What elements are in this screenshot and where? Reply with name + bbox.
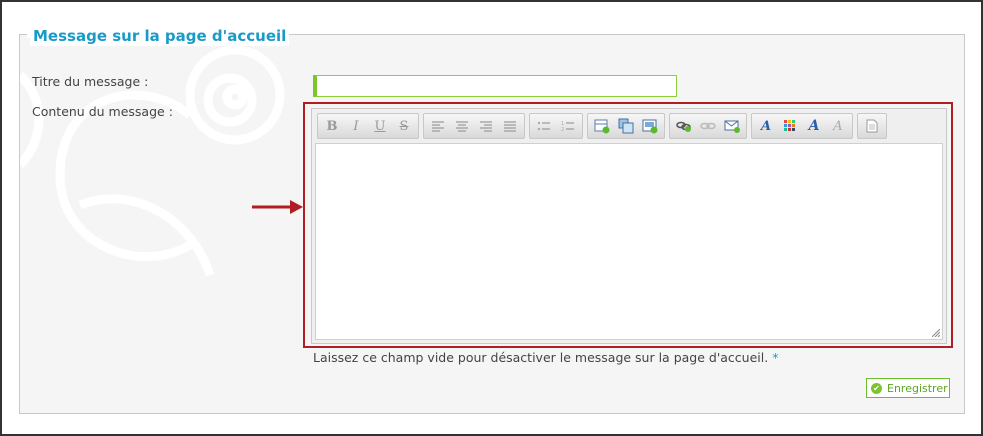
- toolbar-group-lists: 12: [529, 113, 583, 139]
- hint-message: Laissez ce champ vide pour désactiver le…: [313, 350, 769, 365]
- pointer-arrow-icon: [252, 200, 303, 214]
- title-input[interactable]: [313, 75, 677, 97]
- bold-icon[interactable]: B: [320, 115, 344, 137]
- editor-content-area[interactable]: [315, 143, 943, 340]
- toolbar-group-format: A A A: [751, 113, 853, 139]
- check-icon: ✔: [871, 382, 882, 394]
- save-button[interactable]: ✔ Enregistrer: [866, 378, 950, 398]
- insert-media-icon[interactable]: [638, 115, 662, 137]
- resize-grip-icon[interactable]: [932, 329, 940, 337]
- required-marker: *: [772, 350, 779, 365]
- toolbar-group-insert: [587, 113, 665, 139]
- insert-table-icon[interactable]: [590, 115, 614, 137]
- font-style-icon[interactable]: A: [802, 115, 826, 137]
- rich-text-editor: B I U S 12 A A A: [311, 108, 947, 344]
- strikethrough-icon[interactable]: S: [392, 115, 416, 137]
- svg-text:2: 2: [561, 127, 564, 132]
- fieldset-legend: Message sur la page d'accueil: [30, 26, 290, 46]
- align-justify-icon[interactable]: [498, 115, 522, 137]
- align-right-icon[interactable]: [474, 115, 498, 137]
- insert-link-icon[interactable]: [672, 115, 696, 137]
- window-frame: Message sur la page d'accueil Titre du m…: [0, 0, 983, 436]
- numbered-list-icon[interactable]: 12: [556, 115, 580, 137]
- align-center-icon[interactable]: [450, 115, 474, 137]
- italic-icon[interactable]: I: [344, 115, 368, 137]
- source-document-icon[interactable]: [860, 115, 884, 137]
- content-label: Contenu du message :: [32, 104, 173, 119]
- bulleted-list-icon[interactable]: [532, 115, 556, 137]
- insert-image-icon[interactable]: [614, 115, 638, 137]
- insert-email-icon[interactable]: [720, 115, 744, 137]
- hint-text: Laissez ce champ vide pour désactiver le…: [313, 350, 778, 365]
- remove-link-icon[interactable]: [696, 115, 720, 137]
- clear-format-icon[interactable]: A: [826, 115, 850, 137]
- toolbar-group-source: [857, 113, 887, 139]
- color-picker-icon[interactable]: [778, 115, 802, 137]
- toolbar-group-text-style: B I U S: [317, 113, 419, 139]
- align-left-icon[interactable]: [426, 115, 450, 137]
- save-button-label: Enregistrer: [887, 381, 948, 395]
- text-format-icon[interactable]: A: [754, 115, 778, 137]
- editor-toolbar: B I U S 12 A A A: [317, 113, 891, 139]
- underline-icon[interactable]: U: [368, 115, 392, 137]
- toolbar-group-links: [669, 113, 747, 139]
- title-label: Titre du message :: [32, 74, 149, 89]
- toolbar-group-align: [423, 113, 525, 139]
